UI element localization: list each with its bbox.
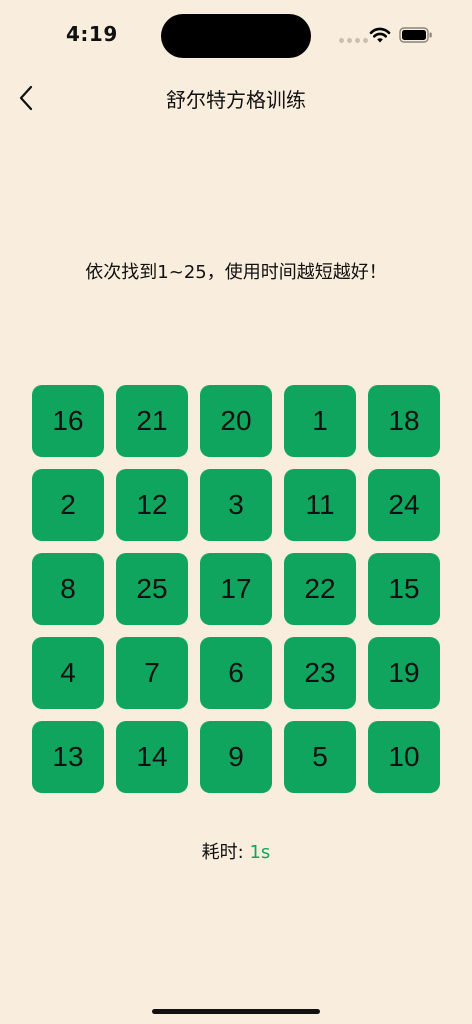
grid-cell[interactable]: 21 [116, 385, 188, 457]
status-bar: 4:19 [0, 0, 472, 72]
grid-cell[interactable]: 9 [200, 721, 272, 793]
grid-cell[interactable]: 24 [368, 469, 440, 541]
grid-cell[interactable]: 2 [32, 469, 104, 541]
cellular-signal-icon [339, 38, 368, 43]
grid-cell[interactable]: 1 [284, 385, 356, 457]
grid-cell[interactable]: 6 [200, 637, 272, 709]
grid-cell[interactable]: 4 [32, 637, 104, 709]
status-time: 4:19 [66, 22, 118, 46]
grid-cell[interactable]: 18 [368, 385, 440, 457]
grid-cell[interactable]: 8 [32, 553, 104, 625]
grid-cell[interactable]: 3 [200, 469, 272, 541]
elapsed-time: 耗时: 1s [0, 838, 472, 864]
grid-cell[interactable]: 22 [284, 553, 356, 625]
grid-cell[interactable]: 15 [368, 553, 440, 625]
schulte-grid: 16 21 20 1 18 2 12 3 11 24 8 25 17 22 15… [32, 385, 440, 793]
grid-cell[interactable]: 5 [284, 721, 356, 793]
instruction-text: 依次找到1~25，使用时间越短越好！ [85, 262, 387, 283]
grid-cell[interactable]: 25 [116, 553, 188, 625]
grid-cell[interactable]: 20 [200, 385, 272, 457]
grid-cell[interactable]: 23 [284, 637, 356, 709]
grid-cell[interactable]: 14 [116, 721, 188, 793]
navigation-bar: 舒尔特方格训练 [0, 72, 472, 124]
elapsed-time-value: 1s [249, 842, 271, 863]
grid-cell[interactable]: 11 [284, 469, 356, 541]
grid-cell[interactable]: 19 [368, 637, 440, 709]
grid-cell[interactable]: 13 [32, 721, 104, 793]
grid-cell[interactable]: 16 [32, 385, 104, 457]
home-indicator[interactable] [152, 1009, 320, 1014]
wifi-icon [369, 27, 391, 43]
elapsed-time-label: 耗时: [201, 842, 250, 863]
grid-cell[interactable]: 12 [116, 469, 188, 541]
grid-cell[interactable]: 10 [368, 721, 440, 793]
battery-icon [399, 27, 432, 43]
grid-cell[interactable]: 7 [116, 637, 188, 709]
dynamic-island [161, 14, 311, 58]
page-title: 舒尔特方格训练 [166, 88, 306, 112]
grid-cell[interactable]: 17 [200, 553, 272, 625]
